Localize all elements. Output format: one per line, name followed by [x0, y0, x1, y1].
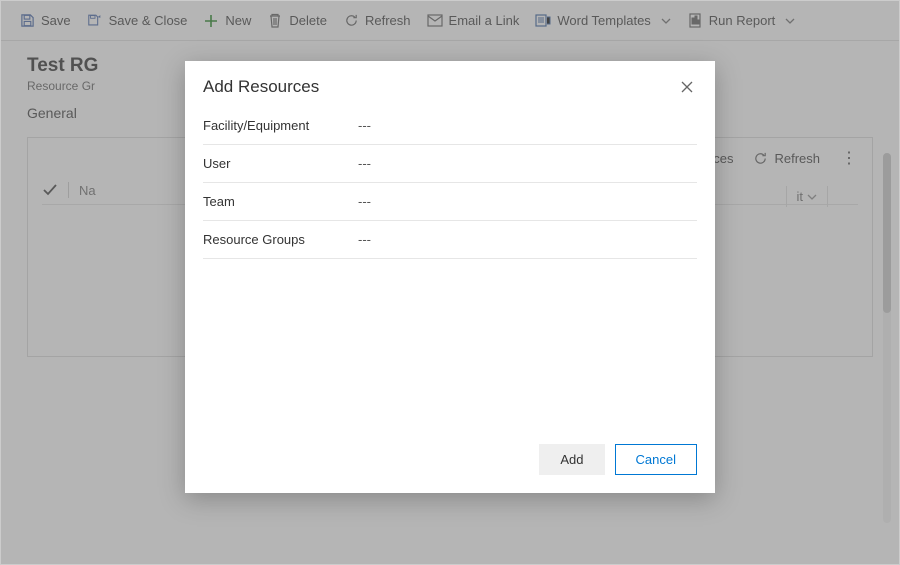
- field-label: Resource Groups: [203, 232, 358, 247]
- field-team: Team ---: [203, 183, 697, 221]
- lookup-facility-equipment[interactable]: ---: [358, 118, 697, 133]
- lookup-user[interactable]: ---: [358, 156, 697, 171]
- lookup-resource-groups[interactable]: ---: [358, 232, 697, 247]
- field-facility-equipment: Facility/Equipment ---: [203, 107, 697, 145]
- modal-overlay: Add Resources Facility/Equipment --- Use…: [1, 1, 899, 564]
- dialog-title: Add Resources: [203, 77, 319, 97]
- field-label: User: [203, 156, 358, 171]
- lookup-team[interactable]: ---: [358, 194, 697, 209]
- dialog-header: Add Resources: [185, 61, 715, 107]
- field-label: Facility/Equipment: [203, 118, 358, 133]
- cancel-button[interactable]: Cancel: [615, 444, 697, 475]
- close-icon: [680, 80, 694, 94]
- field-resource-groups: Resource Groups ---: [203, 221, 697, 259]
- dialog-fields: Facility/Equipment --- User --- Team ---…: [185, 107, 715, 259]
- field-user: User ---: [203, 145, 697, 183]
- dialog-footer: Add Cancel: [185, 430, 715, 493]
- add-resources-dialog: Add Resources Facility/Equipment --- Use…: [185, 61, 715, 493]
- close-button[interactable]: [677, 77, 697, 97]
- field-label: Team: [203, 194, 358, 209]
- add-button[interactable]: Add: [539, 444, 604, 475]
